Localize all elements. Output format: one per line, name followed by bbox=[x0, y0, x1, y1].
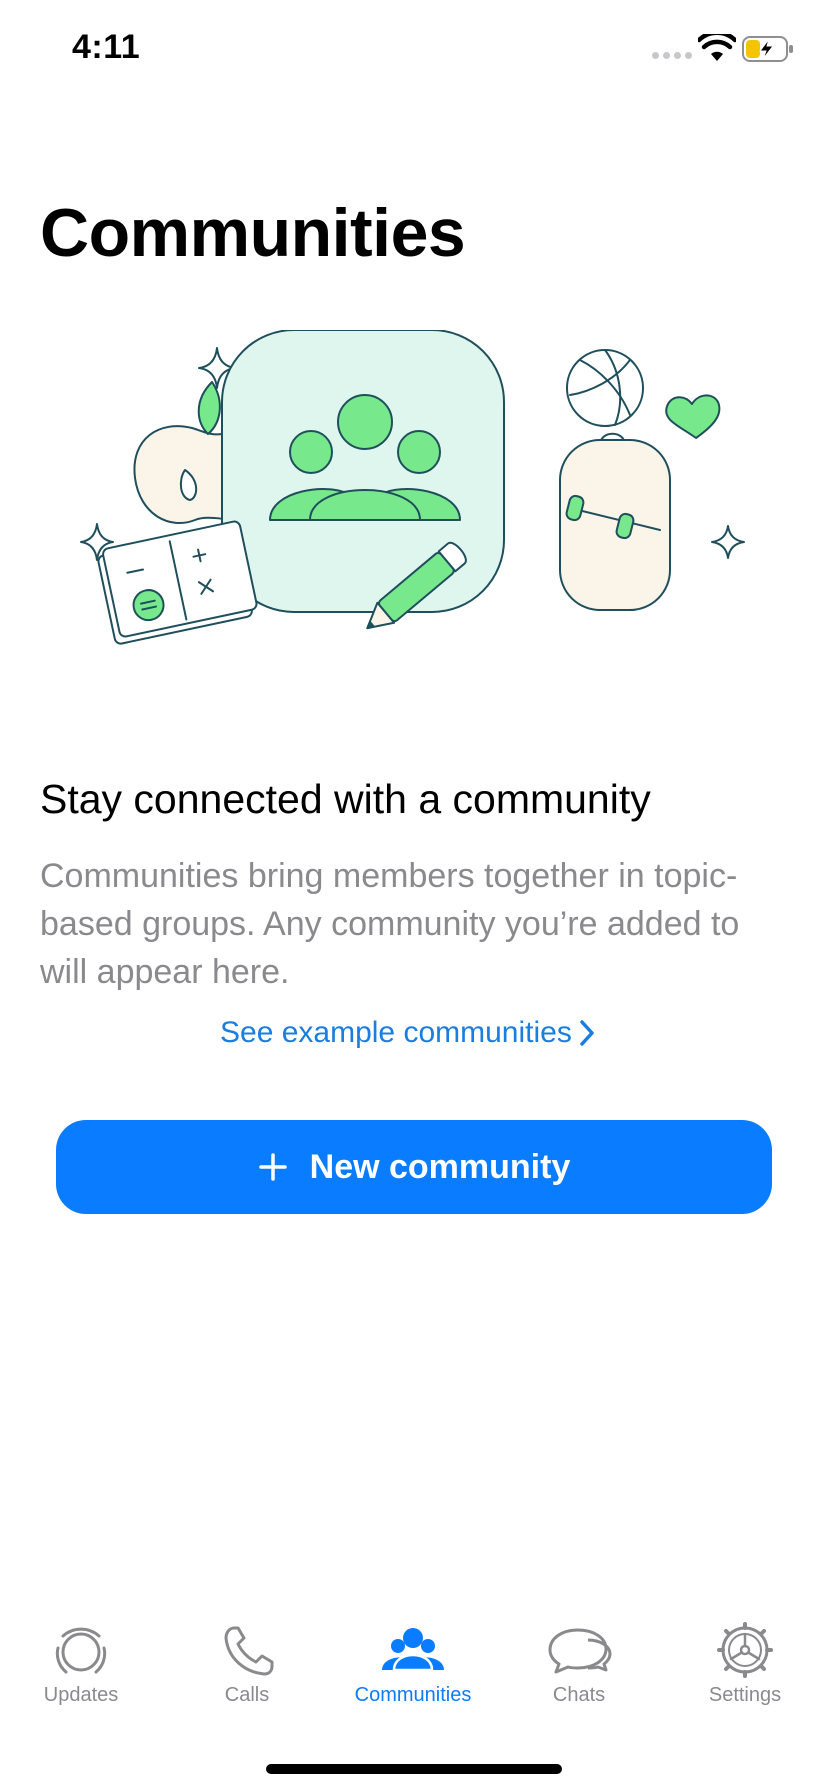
sparkle-icon bbox=[711, 525, 745, 559]
volleyball-icon bbox=[566, 349, 644, 427]
gear-icon bbox=[717, 1622, 773, 1678]
status-time: 4:11 bbox=[72, 28, 141, 66]
tab-settings-label: Settings bbox=[708, 1684, 782, 1706]
heart-icon bbox=[665, 394, 721, 439]
tab-updates[interactable]: Updates bbox=[6, 1620, 156, 1707]
new-community-label: New community bbox=[309, 1147, 571, 1186]
tab-chats[interactable]: Chats bbox=[504, 1620, 654, 1707]
notebook-icon bbox=[97, 520, 258, 645]
communities-illustration bbox=[80, 330, 745, 645]
empty-state-headline: Stay connected with a community bbox=[40, 776, 651, 822]
plus-icon bbox=[258, 1153, 287, 1181]
tab-calls-label: Calls bbox=[224, 1684, 270, 1706]
tab-communities[interactable]: Communities bbox=[338, 1620, 488, 1707]
see-example-communities-link[interactable]: See example communities bbox=[220, 1016, 596, 1050]
tab-chats-label: Chats bbox=[552, 1684, 606, 1706]
chevron-right-icon bbox=[580, 1020, 594, 1046]
communities-screen: 4:11 Communities Stay connected with a c… bbox=[0, 0, 828, 1792]
community-tile bbox=[221, 330, 505, 613]
home-indicator bbox=[266, 1764, 562, 1774]
battery-charging-icon bbox=[742, 36, 793, 62]
tab-communities-label: Communities bbox=[354, 1684, 472, 1706]
updates-icon bbox=[55, 1627, 107, 1674]
tab-settings[interactable]: Settings bbox=[670, 1620, 820, 1707]
cellular-signal-icon bbox=[652, 52, 692, 59]
see-example-communities-label: See example communities bbox=[220, 1016, 572, 1049]
phone-icon bbox=[224, 1626, 274, 1676]
communities-icon bbox=[382, 1628, 444, 1672]
status-bar: 4:11 bbox=[0, 0, 828, 100]
tab-bar: Updates Calls Communities Chats Settings bbox=[0, 1620, 828, 1730]
chats-icon bbox=[548, 1628, 612, 1674]
empty-state-description: Communities bring members together in to… bbox=[40, 857, 740, 991]
page-title: Communities bbox=[40, 195, 466, 271]
tab-calls[interactable]: Calls bbox=[172, 1620, 322, 1707]
tab-updates-label: Updates bbox=[43, 1684, 119, 1706]
wifi-icon bbox=[698, 34, 736, 61]
new-community-button[interactable]: New community bbox=[56, 1120, 772, 1214]
